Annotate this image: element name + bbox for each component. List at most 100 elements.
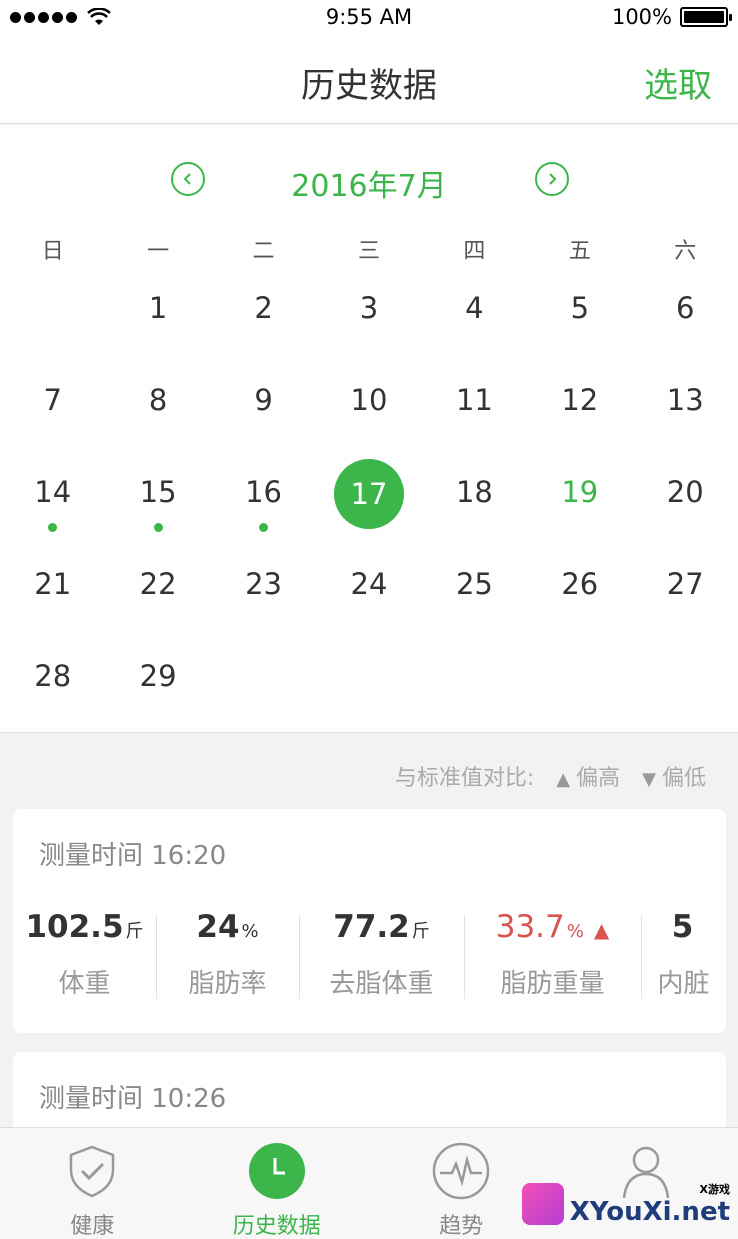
day-number: 10 [350, 383, 388, 417]
calendar-day[interactable]: 20 [633, 459, 738, 551]
record-card[interactable]: 测量时间 16:20 102.5 斤体重 24% 脂肪率 77.2 斤去脂体重 33.7% ▲… [13, 809, 726, 1033]
calendar-day[interactable]: 21 [0, 551, 105, 643]
calendar-day-selected[interactable]: 17 [316, 459, 421, 551]
calendar-day[interactable]: 26 [527, 551, 632, 643]
calendar-day[interactable]: 13 [633, 367, 738, 459]
signal-wifi-group [10, 8, 111, 26]
pulse-icon [432, 1142, 490, 1200]
calendar: 2016年7月 日一二三四五六 1 2 3 4 5 6 7 8 9 10 11 12 13 14 15 16 1… [0, 125, 738, 733]
calendar-day[interactable]: 28 [0, 643, 105, 735]
calendar-day[interactable]: 3 [316, 275, 421, 367]
metric-value: 5 [671, 909, 694, 945]
calendar-day[interactable]: 23 [211, 551, 316, 643]
metric-label: 体重 [58, 969, 111, 999]
day-number: 25 [455, 567, 493, 601]
weekday-header: 日一二三四五六 [0, 233, 738, 265]
legend-prefix: 与标准值对比: [394, 766, 535, 791]
day-number: 26 [561, 567, 599, 601]
metric-value: 24% [196, 909, 259, 945]
day-number: 29 [139, 659, 177, 693]
data-dot-indicator [153, 523, 163, 532]
weekday-label: 日 [41, 239, 64, 264]
metric-value: 33.7% ▲ [495, 909, 610, 945]
calendar-day[interactable]: 24 [316, 551, 421, 643]
day-number: 18 [455, 475, 493, 509]
metrics-row[interactable]: 102.5 斤体重 24% 脂肪率 77.2 斤去脂体重 33.7% ▲ 脂肪重量 5 内脏 [13, 909, 726, 1009]
day-number: 21 [34, 567, 72, 601]
watermark-main: XYouXi.net [569, 1197, 730, 1227]
calendar-day[interactable]: 8 [105, 367, 210, 459]
day-number: 6 [676, 291, 695, 325]
day-number: 20 [666, 475, 704, 509]
calendar-day[interactable]: 9 [211, 367, 316, 459]
calendar-day[interactable]: 1 [105, 275, 210, 367]
select-button[interactable]: 选取 [644, 58, 712, 107]
tab-label: 健康 [70, 1214, 115, 1239]
metric-item: 24% 脂肪率 [156, 909, 299, 1009]
chevron-right-icon [549, 173, 557, 185]
calendar-day[interactable]: 6 [633, 275, 738, 367]
day-number: 5 [570, 291, 590, 325]
calendar-day[interactable]: 22 [105, 551, 210, 643]
metric-label: 脂肪重量 [500, 969, 605, 999]
calendar-day[interactable]: 5 [527, 275, 632, 367]
metric-item: 102.5 斤体重 [13, 909, 156, 1009]
weekday-label: 二 [252, 239, 275, 264]
day-number: 27 [666, 567, 704, 601]
tab-health[interactable]: 健康 [0, 1128, 185, 1239]
metric-label: 去脂体重 [329, 969, 434, 999]
calendar-day[interactable]: 11 [422, 367, 527, 459]
battery-percent: 100% [611, 5, 672, 29]
tab-label: 趋势 [439, 1214, 484, 1239]
calendar-day[interactable]: 15 [105, 459, 210, 551]
calendar-day[interactable]: 19 [527, 459, 632, 551]
calendar-day[interactable]: 27 [633, 551, 738, 643]
legend-low: ▼ 偏低 [642, 766, 706, 791]
metric-item: 33.7% ▲ 脂肪重量 [464, 909, 641, 1009]
day-number: 9 [254, 383, 273, 417]
battery-group: 100% [611, 5, 732, 29]
tab-history[interactable]: 历史数据 [185, 1128, 370, 1239]
day-number: 11 [455, 383, 493, 417]
weekday-label: 六 [674, 239, 697, 264]
tab-label: 历史数据 [232, 1214, 321, 1239]
calendar-day[interactable]: 18 [422, 459, 527, 551]
calendar-day[interactable]: 25 [422, 551, 527, 643]
day-number: 4 [465, 291, 484, 325]
calendar-day[interactable]: 16 [211, 459, 316, 551]
metric-item: 77.2 斤去脂体重 [299, 909, 464, 1009]
arrow-up-icon: ▲ [556, 769, 571, 790]
calendar-day[interactable]: 14 [0, 459, 105, 551]
day-number: 23 [245, 567, 282, 601]
calendar-day[interactable]: 10 [316, 367, 421, 459]
metric-unit: % [566, 921, 584, 942]
watermark-logo-icon [521, 1183, 564, 1225]
day-number: 3 [359, 291, 379, 325]
page-title: 历史数据 [301, 66, 437, 106]
day-number: 8 [148, 383, 168, 417]
calendar-day[interactable]: 2 [211, 275, 316, 367]
month-header: 2016年7月 [0, 155, 738, 204]
day-number: 15 [139, 475, 177, 509]
arrow-up-icon: ▲ [593, 918, 610, 942]
day-number: 2 [254, 291, 273, 325]
day-number: 1 [148, 291, 168, 325]
tab-bar: 健康 历史数据 趋势 X游戏 XYouXi.net [0, 1127, 738, 1239]
metric-label: 内脏 [657, 969, 710, 999]
data-dot-indicator [48, 523, 58, 532]
site-watermark: X游戏 XYouXi.net [521, 1181, 730, 1227]
calendar-day[interactable]: 29 [105, 643, 210, 735]
month-title: 2016年7月 [291, 169, 447, 204]
nav-bar: 历史数据 选取 [0, 34, 738, 124]
next-month-button[interactable] [535, 162, 569, 196]
watermark-small: X游戏 [699, 1183, 730, 1196]
record-time: 测量时间 16:20 [39, 841, 227, 871]
wifi-icon [87, 8, 111, 25]
day-number: 22 [139, 567, 177, 601]
calendar-day[interactable]: 12 [527, 367, 632, 459]
legend-high: ▲ 偏高 [556, 766, 621, 791]
calendar-day[interactable]: 4 [422, 275, 527, 367]
record-time: 测量时间 10:26 [39, 1084, 227, 1114]
data-dot-indicator [259, 523, 269, 532]
calendar-day[interactable]: 7 [0, 367, 105, 459]
